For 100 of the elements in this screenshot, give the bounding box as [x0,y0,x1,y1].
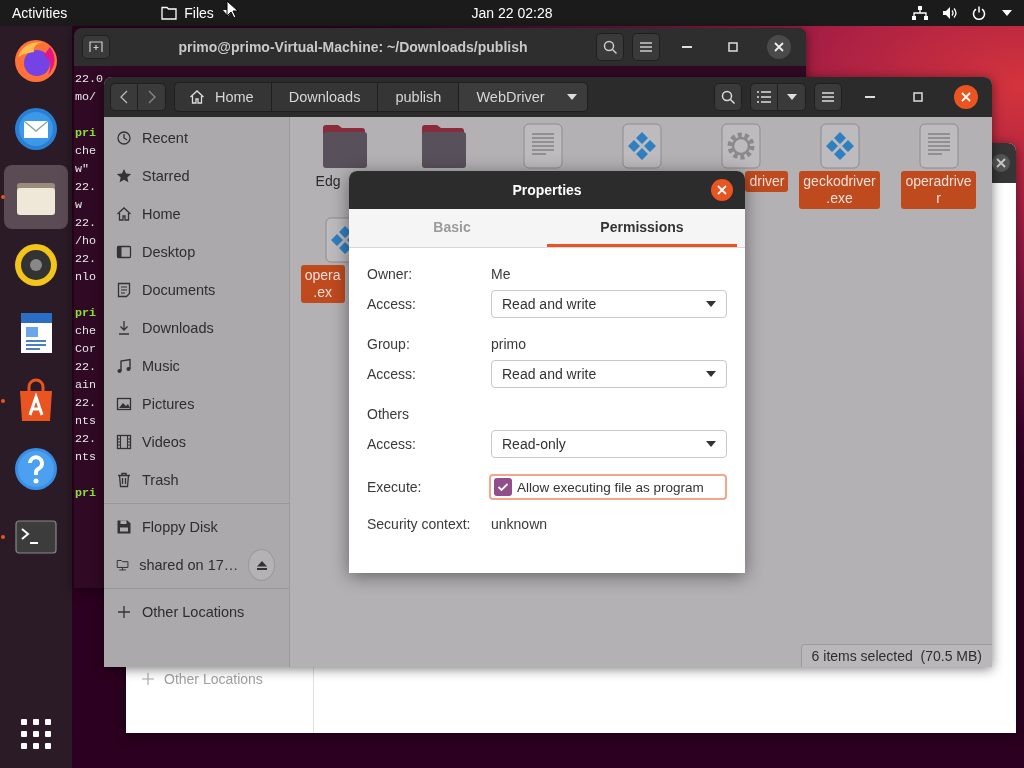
tab[interactable]: Permissions [547,209,737,247]
home-icon [189,89,205,105]
activities-button[interactable]: Activities [0,0,80,26]
field-label: Owner: [367,266,414,282]
folder-icon [419,122,468,170]
sidebar-item[interactable]: Starred [104,157,289,195]
eject-button[interactable] [248,549,275,581]
terminal-line: nts [75,413,97,430]
terminal-line: 22. [75,395,97,412]
terminal-line: pri [75,485,97,502]
menu-icon [640,42,652,52]
trash-icon [116,472,132,488]
picture-icon [116,396,132,412]
new-tab-icon [89,41,103,53]
caret-icon [706,301,716,307]
field-label: Group: [367,336,411,352]
window-title: primo@primo-Virtual-Machine: ~/Downloads/publish [177,39,529,55]
sidebar-item[interactable]: Other Locations [104,593,289,631]
close-button[interactable] [711,179,733,201]
file-name[interactable]: opera .ex [300,265,345,303]
field-value: unknown [491,516,548,532]
path-button[interactable]: WebDriver [459,82,588,112]
network-icon [912,6,928,20]
terminal-line: 22. [75,359,97,376]
access-dropdown[interactable]: Read-only [491,430,727,458]
access-dropdown[interactable]: Read and write [491,360,727,388]
field-label: Security context: [367,516,472,532]
caret-icon [706,441,716,447]
search-icon [603,40,617,54]
status-bar: 6 items selected (70.5 MB) [800,644,992,667]
path-button[interactable]: publish [378,82,460,112]
forward-button[interactable] [138,83,166,111]
file-name[interactable]: geckodriver .exe [799,171,880,209]
terminal-line: w [75,197,82,214]
power-icon [972,6,986,20]
desktop-icon [116,244,132,260]
checkbox[interactable] [494,478,512,496]
path-button[interactable]: Downloads [271,82,379,112]
pointer-icon [226,0,238,19]
sidebar-item[interactable]: Trash [104,461,289,499]
close-icon [767,35,791,59]
sidebar-item[interactable]: Desktop [104,233,289,271]
terminal-line: 22.0 [75,71,104,88]
terminal-line: pri [75,125,97,142]
field-value: primo [491,336,526,352]
download-icon [116,320,132,336]
music-note-icon [116,358,132,374]
speaker-icon [12,241,60,289]
sidebar-item[interactable]: Recent [104,119,289,157]
terminal-line: che [75,143,97,160]
search-button[interactable] [714,83,742,111]
checkbox-option[interactable]: Allow executing file as program [489,474,727,500]
terminal-line: 22. [75,251,97,268]
sidebar-item[interactable]: shared on 17… [104,546,289,584]
view-options-button[interactable] [778,83,806,111]
menu-button[interactable] [814,83,842,111]
terminal-line: nlo [75,269,97,286]
list-view-button[interactable] [750,83,778,111]
back-button[interactable] [110,83,138,111]
globe-icon [12,37,60,85]
terminal-line: w" [75,161,90,178]
folder-icon [320,122,369,170]
search-icon [721,90,735,104]
caret-icon [786,94,797,100]
terminal-line: /ho [75,233,97,250]
field-label: Access: [367,436,417,452]
maximize-icon [913,92,923,102]
network-folder-icon [116,557,130,573]
path-button[interactable]: Home [174,82,272,112]
close-icon [711,179,733,201]
caret-icon [1002,10,1012,16]
dock-launcher[interactable] [4,165,68,229]
new-tab-button[interactable] [82,35,110,59]
clock-icon [116,130,132,146]
access-dropdown[interactable]: Read and write [491,290,727,318]
search-button[interactable] [596,33,624,61]
menu-button[interactable] [632,33,660,61]
sidebar-item[interactable]: Pictures [104,385,289,423]
file-name[interactable]: driver [745,171,789,192]
close-icon [992,154,1010,172]
sidebar-item[interactable]: Videos [104,423,289,461]
terminal-line: nts [75,449,97,466]
sidebar-item[interactable]: Music [104,347,289,385]
clock[interactable]: Jan 22 02:28 [465,0,559,26]
sidebar-item[interactable]: Downloads [104,309,289,347]
volume-icon [942,6,958,20]
sidebar-item[interactable]: Home [104,195,289,233]
menu-icon [822,92,834,102]
minimize-icon [865,96,875,98]
field-label: Access: [367,296,417,312]
file-name[interactable]: Edg [311,171,345,192]
field-label: Execute: [367,479,423,495]
folder-icon [161,6,178,20]
terminal-line: 22. [75,215,97,232]
sidebar-item[interactable]: Floppy Disk [104,508,289,546]
sidebar-item[interactable]: Documents [104,271,289,309]
terminal-line: ain [75,377,97,394]
close-icon [954,85,978,109]
minimize-icon [682,46,692,48]
file-name[interactable]: operadrive r [901,171,976,209]
